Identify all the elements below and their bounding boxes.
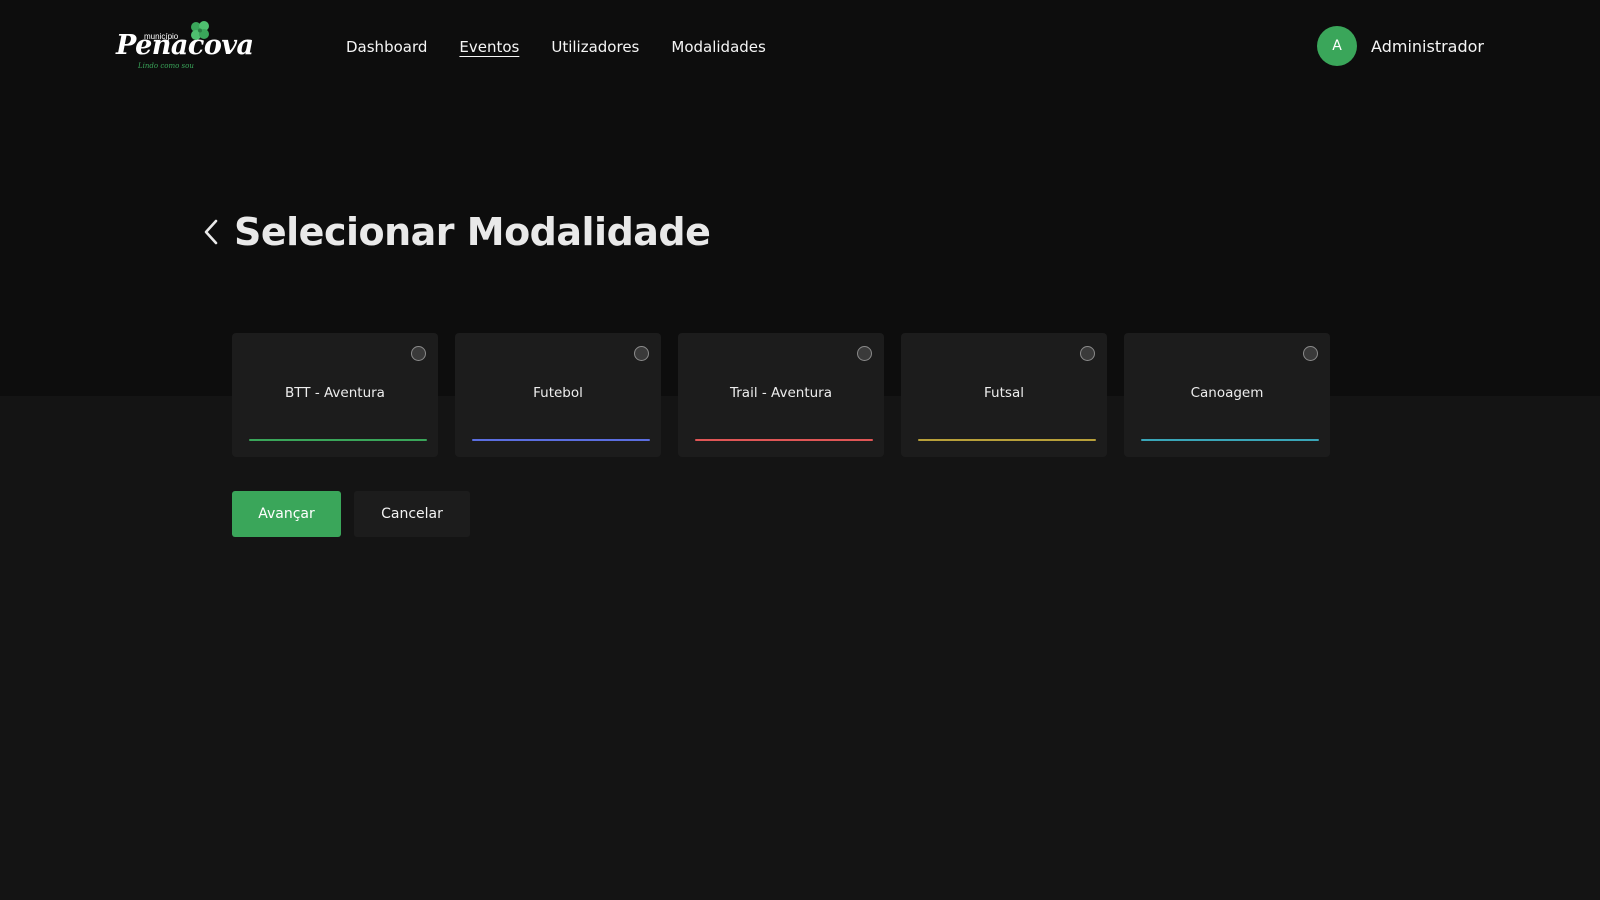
modality-radio[interactable] xyxy=(857,346,872,361)
form-actions: Avançar Cancelar xyxy=(232,491,470,537)
modality-card-futebol[interactable]: Futebol xyxy=(455,333,661,457)
modality-label: Trail - Aventura xyxy=(729,385,832,401)
main-nav: Dashboard Eventos Utilizadores Modalidad… xyxy=(346,36,766,60)
modality-card-canoagem[interactable]: Canoagem xyxy=(1124,333,1330,457)
modality-radio[interactable] xyxy=(411,346,426,361)
modality-label: Canoagem xyxy=(1190,385,1264,401)
nav-modalidades[interactable]: Modalidades xyxy=(671,36,765,60)
logo-main-text: Penacova xyxy=(116,30,254,61)
modality-label: BTT - Aventura xyxy=(285,385,385,401)
page-title-row: Selecionar Modalidade xyxy=(200,204,711,260)
modality-label: Futebol xyxy=(533,385,583,401)
penacova-logo[interactable]: município Penacova Lindo como sou xyxy=(116,20,254,74)
modality-list: BTT - Aventura Futebol Trail - Aventura … xyxy=(232,333,1330,457)
nav-utilizadores[interactable]: Utilizadores xyxy=(551,36,639,60)
cancel-button[interactable]: Cancelar xyxy=(354,491,470,537)
modality-color-line xyxy=(1141,439,1319,441)
four-leaf-clover-icon xyxy=(191,21,209,40)
nav-dashboard[interactable]: Dashboard xyxy=(346,36,427,60)
next-button[interactable]: Avançar xyxy=(232,491,341,537)
modality-color-line xyxy=(249,439,427,441)
modality-color-line xyxy=(695,439,873,441)
modality-card-trail-aventura[interactable]: Trail - Aventura xyxy=(678,333,884,457)
avatar[interactable]: A xyxy=(1317,26,1358,66)
modality-color-line xyxy=(472,439,650,441)
page-title: Selecionar Modalidade xyxy=(234,210,711,254)
modality-radio[interactable] xyxy=(1303,346,1318,361)
user-name[interactable]: Administrador xyxy=(1371,37,1484,56)
nav-eventos[interactable]: Eventos xyxy=(459,36,519,60)
top-header: município Penacova Lindo como sou Dashbo… xyxy=(0,0,1600,96)
user-menu[interactable]: A Administrador xyxy=(1317,26,1484,66)
modality-label: Futsal xyxy=(984,385,1024,401)
modality-color-line xyxy=(918,439,1096,441)
chevron-left-icon xyxy=(204,219,218,245)
logo-tagline: Lindo como sou xyxy=(138,62,194,70)
modality-card-btt-aventura[interactable]: BTT - Aventura xyxy=(232,333,438,457)
modality-radio[interactable] xyxy=(1080,346,1095,361)
back-button[interactable] xyxy=(200,217,222,247)
modality-radio[interactable] xyxy=(634,346,649,361)
modality-card-futsal[interactable]: Futsal xyxy=(901,333,1107,457)
